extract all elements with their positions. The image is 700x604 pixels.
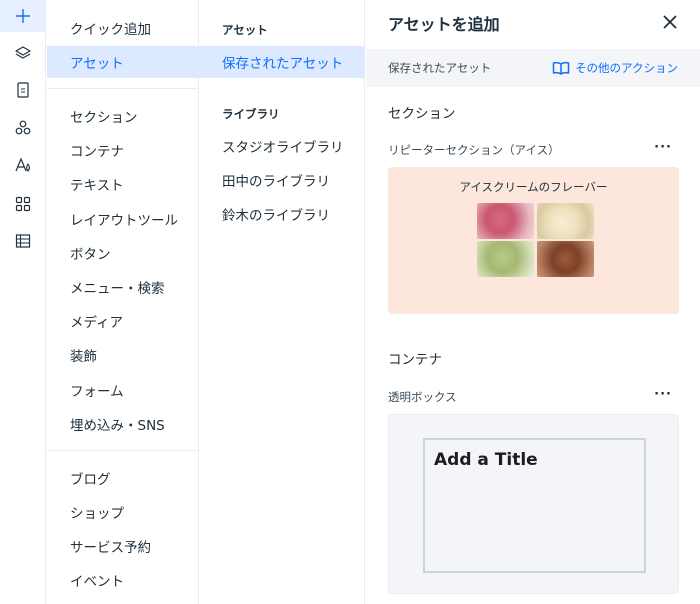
asset-card-repeater[interactable]: アイスクリームのフレーバー — [388, 167, 679, 314]
category-store[interactable]: ショップ — [47, 496, 199, 528]
library-heading: ライブラリ — [222, 107, 280, 121]
asset-label-repeater: リピーターセクション（アイス） — [388, 143, 560, 157]
page-icon — [17, 82, 29, 98]
apps-grid-icon — [15, 196, 31, 212]
panel-title: アセットを追加 — [388, 15, 500, 34]
section-heading-containers: コンテナ — [388, 352, 442, 368]
components-icon — [15, 120, 31, 135]
pistachio-ice-cream-image — [477, 241, 534, 277]
category-buttons[interactable]: ボタン — [47, 237, 199, 269]
divider — [47, 88, 199, 89]
strawberry-ice-cream-image — [477, 203, 534, 239]
plus-icon — [16, 9, 30, 23]
category-media[interactable]: メディア — [47, 305, 199, 337]
asset-more-button[interactable]: ··· — [654, 140, 672, 155]
vanilla-ice-cream-image — [537, 203, 594, 239]
more-dots-icon: ··· — [654, 140, 672, 155]
asset-card-title: アイスクリームのフレーバー — [459, 180, 608, 194]
components-button[interactable] — [0, 112, 46, 144]
section-heading-sections: セクション — [388, 106, 456, 122]
category-blog[interactable]: ブログ — [47, 462, 199, 494]
apps-button[interactable] — [0, 188, 46, 220]
category-list: クイック追加 アセット セクション コンテナ テキスト レイアウトツール ボタン… — [47, 0, 199, 604]
asset-source-list: アセット 保存されたアセット ライブラリ スタジオライブラリ 田中のライブラリ … — [199, 0, 365, 604]
more-dots-icon: ··· — [654, 387, 672, 402]
category-embed-social[interactable]: 埋め込み・SNS — [47, 408, 199, 440]
asset-card-transparent-box[interactable]: Add a Title — [388, 414, 679, 594]
assets-heading: アセット — [222, 23, 268, 37]
panel-subheader: 保存されたアセット その他のアクション — [366, 49, 700, 87]
book-icon — [552, 61, 570, 75]
icon-rail — [0, 0, 46, 604]
category-forms[interactable]: フォーム — [47, 374, 199, 406]
ice-cream-image-grid — [477, 203, 594, 277]
category-quick-add[interactable]: クイック追加 — [47, 12, 199, 44]
subheader-label: 保存されたアセット — [388, 61, 492, 75]
more-actions-link[interactable]: その他のアクション — [552, 60, 678, 76]
library-item-tanaka[interactable]: 田中のライブラリ — [199, 164, 365, 196]
category-sections[interactable]: セクション — [47, 100, 199, 132]
category-layout-tools[interactable]: レイアウトツール — [47, 203, 199, 235]
add-assets-panel: アセットを追加 保存されたアセット その他のアクション セクション リピーターセ… — [366, 0, 700, 604]
pages-button[interactable] — [0, 74, 46, 106]
category-containers[interactable]: コンテナ — [47, 134, 199, 166]
category-menu-search[interactable]: メニュー・検索 — [47, 271, 199, 303]
divider — [47, 450, 199, 451]
typography-button[interactable] — [0, 149, 46, 181]
category-text[interactable]: テキスト — [47, 168, 199, 200]
typography-icon — [15, 157, 31, 172]
close-icon — [663, 15, 677, 29]
add-elements-button[interactable] — [0, 0, 46, 32]
layers-button[interactable] — [0, 37, 46, 69]
library-item-suzuki[interactable]: 鈴木のライブラリ — [199, 198, 365, 230]
asset-more-button[interactable]: ··· — [654, 387, 672, 402]
category-decorative[interactable]: 装飾 — [47, 339, 199, 371]
chocolate-ice-cream-image — [537, 241, 594, 277]
cms-button[interactable] — [0, 225, 46, 257]
layers-icon — [15, 46, 31, 59]
category-assets[interactable]: アセット — [47, 46, 199, 78]
saved-assets-item[interactable]: 保存されたアセット — [199, 46, 365, 78]
close-button[interactable] — [660, 12, 680, 32]
library-item-studio[interactable]: スタジオライブラリ — [199, 130, 365, 162]
container-preview: Add a Title — [423, 438, 646, 573]
more-actions-label: その他のアクション — [575, 61, 678, 75]
table-icon — [15, 234, 31, 248]
container-preview-title: Add a Title — [434, 450, 538, 470]
category-bookings[interactable]: サービス予約 — [47, 530, 199, 562]
asset-label-transparent-box: 透明ボックス — [388, 390, 457, 404]
category-events[interactable]: イベント — [47, 564, 199, 596]
